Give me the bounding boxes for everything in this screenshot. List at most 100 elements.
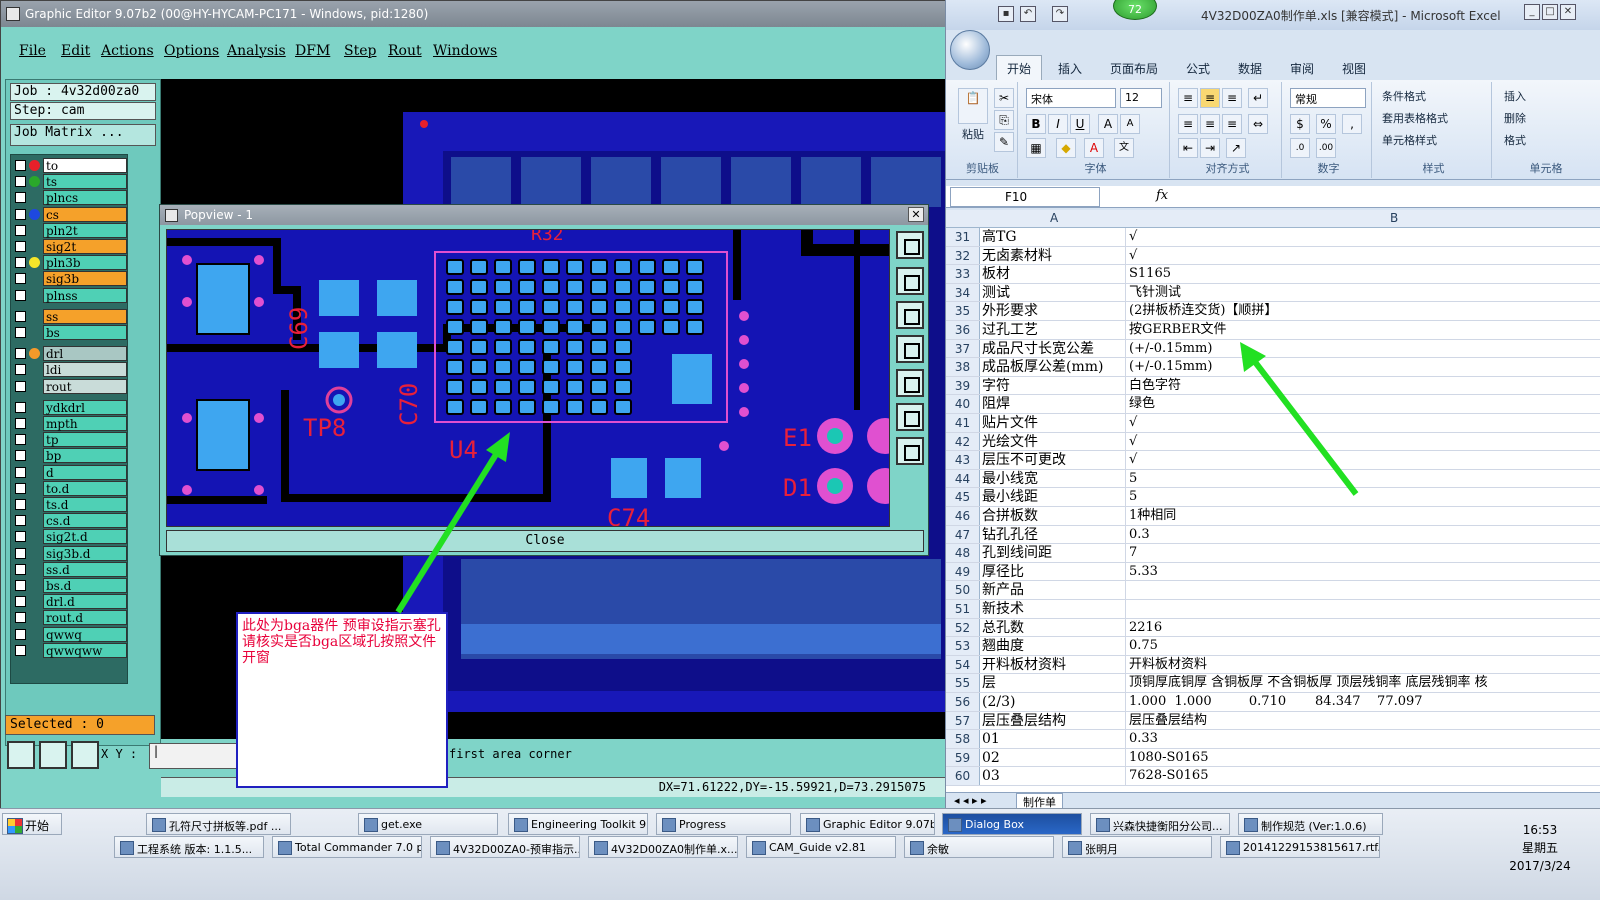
taskbar-item[interactable]: 制作规范 (Ver:1.0.6) [1238, 813, 1383, 835]
cut-icon[interactable]: ✂ [994, 88, 1014, 108]
cell-a[interactable]: 过孔工艺 [982, 321, 1126, 339]
taskbar-item[interactable]: Engineering Toolkit 9.... [508, 813, 648, 835]
layer-checkbox[interactable] [15, 644, 26, 656]
layer-checkbox[interactable] [15, 563, 26, 575]
layer-row[interactable]: ldi [13, 362, 127, 378]
cell-b[interactable]: 白色字符 [1129, 377, 1599, 395]
cell-a[interactable]: 翘曲度 [982, 637, 1126, 655]
phonetic-icon[interactable]: 文 [1114, 138, 1134, 158]
cell-b[interactable]: 1080-S0165 [1129, 749, 1599, 767]
align-right-icon[interactable]: ≡ [1222, 114, 1242, 134]
layer-checkbox[interactable] [15, 289, 26, 301]
cell-a[interactable]: 贴片文件 [982, 414, 1126, 432]
layer-row[interactable]: rout [13, 378, 127, 394]
layer-checkbox[interactable] [15, 515, 26, 527]
cell-a[interactable]: (2/3) [982, 693, 1126, 711]
row-number[interactable]: 50 [946, 581, 980, 599]
cell-a[interactable]: 字符 [982, 376, 1126, 395]
cell-b[interactable]: S1165 [1129, 265, 1599, 283]
cell-a[interactable]: 03 [982, 767, 1126, 785]
cell-b[interactable]: 1种相同 [1129, 507, 1599, 525]
menu-step[interactable]: Step [344, 43, 376, 59]
redo-icon[interactable]: ↷ [1052, 6, 1068, 22]
row-number[interactable]: 41 [946, 414, 980, 432]
layer-name[interactable]: ldi [43, 362, 127, 378]
row-number[interactable]: 45 [946, 488, 980, 506]
cell-b[interactable]: (+/-0.15mm) [1129, 340, 1599, 358]
cell-b[interactable]: √ [1129, 247, 1599, 265]
row-number[interactable]: 52 [946, 618, 980, 637]
cell-a[interactable]: 02 [982, 748, 1126, 767]
taskbar-item[interactable]: Graphic Editor 9.07b2 ... [800, 813, 935, 835]
align-middle-icon[interactable]: ≡ [1200, 88, 1220, 108]
layer-row[interactable]: drl.d [13, 594, 127, 610]
indent-increase-icon[interactable]: ⇥ [1200, 138, 1220, 158]
zoom-fit-icon[interactable] [896, 403, 924, 431]
layer-name[interactable]: rout [43, 378, 127, 394]
row-number[interactable]: 59 [946, 748, 980, 767]
tab-review[interactable]: 审阅 [1290, 60, 1314, 77]
row-number[interactable]: 47 [946, 525, 980, 544]
row-number[interactable]: 51 [946, 600, 980, 618]
paste-icon[interactable]: 📋 [958, 88, 988, 124]
row-number[interactable]: 34 [946, 283, 980, 302]
cell-b[interactable]: √ [1129, 228, 1599, 246]
cell-b[interactable] [1129, 581, 1599, 599]
pan-down-icon[interactable] [896, 301, 924, 329]
tab-view[interactable]: 视图 [1342, 60, 1366, 77]
layer-checkbox[interactable] [15, 547, 26, 559]
cell-a[interactable]: 开料板材资料 [982, 655, 1126, 674]
italic-icon[interactable]: I [1048, 114, 1068, 134]
layer-row[interactable]: mpth [13, 416, 127, 431]
align-top-icon[interactable]: ≡ [1178, 88, 1198, 108]
layer-row[interactable]: bs [13, 325, 127, 340]
row-number[interactable]: 43 [946, 451, 980, 469]
minimize-icon[interactable]: _ [1524, 4, 1540, 20]
cell-b[interactable]: √ [1129, 451, 1599, 469]
pan-left-icon[interactable] [896, 335, 924, 363]
layer-row[interactable]: qwwq [13, 626, 127, 642]
undo-icon[interactable]: ↶ [1020, 6, 1036, 22]
layer-checkbox[interactable] [15, 241, 26, 252]
layer-name[interactable]: cs.d [43, 513, 127, 529]
layer-row[interactable]: drl [13, 346, 127, 362]
row-number[interactable]: 40 [946, 395, 980, 413]
cell-a[interactable]: 成品尺寸长宽公差 [982, 339, 1126, 358]
layer-name[interactable]: pln3b [43, 255, 127, 271]
layer-row[interactable]: pln3b [13, 255, 127, 271]
row-number[interactable]: 32 [946, 246, 980, 265]
cell-b[interactable]: 绿色 [1129, 395, 1599, 413]
layer-checkbox[interactable] [15, 327, 26, 338]
format-painter-icon[interactable]: ✎ [994, 132, 1014, 152]
cell-b[interactable]: 顶铜厚底铜厚 含铜板厚 不含铜板厚 顶层残铜率 底层残铜率 核 [1129, 674, 1599, 692]
layer-checkbox[interactable] [15, 224, 26, 236]
cell-b[interactable]: 开料板材资料 [1129, 656, 1599, 674]
row-number[interactable]: 44 [946, 469, 980, 488]
cell-a[interactable]: 厚径比 [982, 562, 1126, 581]
table-format-button[interactable]: 套用表格格式 [1382, 110, 1448, 126]
taskbar-item[interactable]: Total Commander 7.0 pu... [272, 836, 422, 858]
layer-name[interactable]: plncs [43, 190, 127, 206]
menu-analysis[interactable]: Analysis [227, 43, 286, 59]
zoom-center-icon[interactable] [896, 437, 924, 465]
layer-name[interactable]: to [43, 158, 127, 173]
cell-a[interactable]: 孔到线间距 [982, 544, 1126, 562]
decrease-decimal-icon[interactable]: .00 [1316, 138, 1336, 158]
layer-checkbox[interactable] [15, 348, 26, 360]
border-icon[interactable]: ▦ [1026, 138, 1046, 158]
start-button[interactable]: 开始 [2, 813, 62, 835]
zoom-window-icon[interactable] [896, 231, 924, 259]
cell-b[interactable]: 7 [1129, 544, 1599, 562]
layer-checkbox[interactable] [15, 310, 26, 322]
layer-checkbox[interactable] [15, 466, 26, 478]
cell-b[interactable]: 5 [1129, 470, 1599, 488]
layer-name[interactable]: drl [43, 346, 127, 362]
layer-checkbox[interactable] [15, 580, 26, 591]
align-left-icon[interactable]: ≡ [1178, 114, 1198, 134]
layer-checkbox[interactable] [15, 418, 26, 429]
menu-dfm[interactable]: DFM [295, 43, 330, 59]
measure-icon[interactable] [7, 741, 35, 769]
layer-row[interactable]: cs.d [13, 513, 127, 529]
layer-name[interactable]: sig2t.d [43, 529, 127, 545]
cell-b[interactable]: (+/-0.15mm) [1129, 358, 1599, 376]
